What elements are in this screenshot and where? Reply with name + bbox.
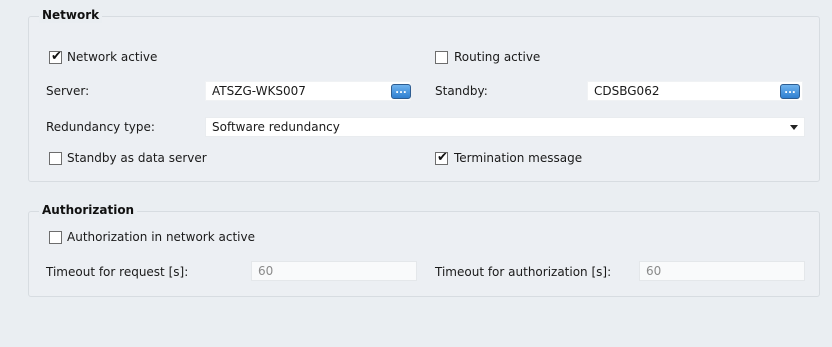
network-group: Network ✔ Network active Routing active … (28, 7, 820, 182)
server-browse-button[interactable]: ... (391, 84, 411, 99)
redundancy-type-select[interactable]: Software redundancy (205, 117, 805, 137)
network-active-label: Network active (67, 50, 158, 64)
timeout-authorization-field[interactable]: 60 (639, 261, 805, 281)
termination-message-checkbox[interactable]: ✔ (435, 150, 448, 165)
server-label: Server: (46, 84, 90, 98)
authorization-group: Authorization Authorization in network a… (28, 202, 820, 297)
authorization-group-title: Authorization (39, 202, 138, 218)
standby-data-server-label: Standby as data server (67, 151, 207, 165)
network-active-checkbox[interactable]: ✔ (49, 49, 62, 64)
browse-dots-icon: ... (395, 85, 407, 96)
routing-active-checkbox[interactable] (435, 51, 448, 64)
standby-field[interactable]: CDSBG062 (587, 81, 803, 101)
termination-message-label: Termination message (454, 151, 583, 165)
auth-in-network-checkbox[interactable] (49, 231, 62, 244)
timeout-request-label: Timeout for request [s]: (46, 265, 189, 279)
routing-active-label: Routing active (454, 50, 541, 64)
standby-browse-button[interactable]: ... (780, 84, 800, 99)
checkmark-icon: ✔ (51, 49, 62, 64)
checkmark-icon: ✔ (437, 150, 448, 165)
server-field[interactable]: ATSZG-WKS007 (205, 81, 411, 101)
standby-data-server-checkbox[interactable] (49, 152, 62, 165)
browse-dots-icon: ... (784, 85, 796, 96)
auth-in-network-label: Authorization in network active (67, 230, 255, 244)
timeout-authorization-label: Timeout for authorization [s]: (435, 265, 612, 279)
network-group-title: Network (39, 7, 103, 23)
redundancy-type-value: Software redundancy (212, 120, 340, 134)
timeout-request-field[interactable]: 60 (251, 261, 417, 281)
chevron-down-icon (790, 125, 798, 130)
standby-label: Standby: (435, 84, 488, 98)
redundancy-type-label: Redundancy type: (46, 120, 155, 134)
